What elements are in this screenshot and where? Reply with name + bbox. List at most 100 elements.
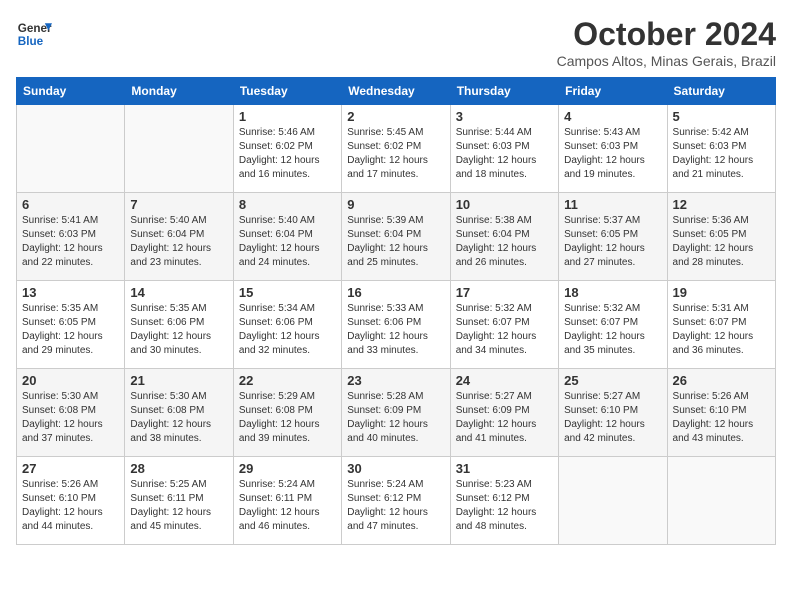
day-number: 25 [564, 373, 661, 388]
day-info: Sunrise: 5:35 AMSunset: 6:05 PMDaylight:… [22, 302, 119, 358]
calendar-cell: 18 Sunrise: 5:32 AMSunset: 6:07 PMDayligh… [559, 281, 667, 369]
day-number: 27 [22, 461, 119, 476]
calendar-cell: 11Sunrise: 5:37 AMSunset: 6:05 PMDayligh… [559, 193, 667, 281]
day-info: Sunrise: 5:38 AMSunset: 6:04 PMDaylight:… [456, 214, 553, 270]
calendar-week-4: 20 Sunrise: 5:30 AMSunset: 6:08 PMDayligh… [17, 369, 776, 457]
day-number: 19 [673, 285, 770, 300]
calendar-cell: 21 Sunrise: 5:30 AMSunset: 6:08 PMDayligh… [125, 369, 233, 457]
calendar-week-2: 6 Sunrise: 5:41 AMSunset: 6:03 PMDaylight… [17, 193, 776, 281]
calendar-table: Sunday Monday Tuesday Wednesday Thursday… [16, 77, 776, 545]
calendar-cell: 20 Sunrise: 5:30 AMSunset: 6:08 PMDayligh… [17, 369, 125, 457]
day-number: 4 [564, 109, 661, 124]
day-number: 23 [347, 373, 444, 388]
calendar-cell: 12 Sunrise: 5:36 AMSunset: 6:05 PMDayligh… [667, 193, 775, 281]
calendar-week-1: 1 Sunrise: 5:46 AMSunset: 6:02 PMDaylight… [17, 105, 776, 193]
day-info: Sunrise: 5:40 AMSunset: 6:04 PMDaylight:… [239, 214, 336, 270]
day-info: Sunrise: 5:30 AMSunset: 6:08 PMDaylight:… [22, 390, 119, 446]
day-number: 13 [22, 285, 119, 300]
calendar-cell [125, 105, 233, 193]
calendar-cell: 26Sunrise: 5:26 AMSunset: 6:10 PMDayligh… [667, 369, 775, 457]
day-info: Sunrise: 5:30 AMSunset: 6:08 PMDaylight:… [130, 390, 227, 446]
day-info: Sunrise: 5:44 AMSunset: 6:03 PMDaylight:… [456, 126, 553, 182]
calendar-cell: 10 Sunrise: 5:38 AMSunset: 6:04 PMDayligh… [450, 193, 558, 281]
day-number: 6 [22, 197, 119, 212]
calendar-cell: 19 Sunrise: 5:31 AMSunset: 6:07 PMDayligh… [667, 281, 775, 369]
day-info: Sunrise: 5:45 AMSunset: 6:02 PMDaylight:… [347, 126, 444, 182]
day-number: 15 [239, 285, 336, 300]
day-info: Sunrise: 5:32 AMSunset: 6:07 PMDaylight:… [564, 302, 661, 358]
calendar-cell: 17 Sunrise: 5:32 AMSunset: 6:07 PMDayligh… [450, 281, 558, 369]
day-number: 28 [130, 461, 227, 476]
day-number: 29 [239, 461, 336, 476]
day-number: 8 [239, 197, 336, 212]
page-header: General Blue October 2024 Campos Altos, … [16, 16, 776, 69]
day-info: Sunrise: 5:39 AMSunset: 6:04 PMDaylight:… [347, 214, 444, 270]
calendar-cell: 2 Sunrise: 5:45 AMSunset: 6:02 PMDaylight… [342, 105, 450, 193]
col-wednesday: Wednesday [342, 78, 450, 105]
title-block: October 2024 Campos Altos, Minas Gerais,… [557, 16, 776, 69]
calendar-cell: 22 Sunrise: 5:29 AMSunset: 6:08 PMDayligh… [233, 369, 341, 457]
calendar-cell [17, 105, 125, 193]
day-info: Sunrise: 5:46 AMSunset: 6:02 PMDaylight:… [239, 126, 336, 182]
col-friday: Friday [559, 78, 667, 105]
day-info: Sunrise: 5:42 AMSunset: 6:03 PMDaylight:… [673, 126, 770, 182]
logo: General Blue [16, 16, 52, 52]
day-info: Sunrise: 5:36 AMSunset: 6:05 PMDaylight:… [673, 214, 770, 270]
day-number: 2 [347, 109, 444, 124]
col-monday: Monday [125, 78, 233, 105]
day-number: 16 [347, 285, 444, 300]
calendar-cell: 1 Sunrise: 5:46 AMSunset: 6:02 PMDaylight… [233, 105, 341, 193]
day-number: 20 [22, 373, 119, 388]
calendar-cell: 5Sunrise: 5:42 AMSunset: 6:03 PMDaylight… [667, 105, 775, 193]
day-info: Sunrise: 5:24 AMSunset: 6:11 PMDaylight:… [239, 478, 336, 534]
day-info: Sunrise: 5:23 AMSunset: 6:12 PMDaylight:… [456, 478, 553, 534]
day-info: Sunrise: 5:27 AMSunset: 6:09 PMDaylight:… [456, 390, 553, 446]
day-number: 12 [673, 197, 770, 212]
calendar-cell: 13 Sunrise: 5:35 AMSunset: 6:05 PMDayligh… [17, 281, 125, 369]
calendar-cell: 6 Sunrise: 5:41 AMSunset: 6:03 PMDaylight… [17, 193, 125, 281]
svg-text:Blue: Blue [18, 35, 44, 48]
calendar-cell: 8 Sunrise: 5:40 AMSunset: 6:04 PMDaylight… [233, 193, 341, 281]
col-saturday: Saturday [667, 78, 775, 105]
day-info: Sunrise: 5:41 AMSunset: 6:03 PMDaylight:… [22, 214, 119, 270]
calendar-cell: 29 Sunrise: 5:24 AMSunset: 6:11 PMDayligh… [233, 457, 341, 545]
day-info: Sunrise: 5:27 AMSunset: 6:10 PMDaylight:… [564, 390, 661, 446]
day-info: Sunrise: 5:25 AMSunset: 6:11 PMDaylight:… [130, 478, 227, 534]
day-info: Sunrise: 5:33 AMSunset: 6:06 PMDaylight:… [347, 302, 444, 358]
calendar-cell: 30Sunrise: 5:24 AMSunset: 6:12 PMDayligh… [342, 457, 450, 545]
calendar-week-5: 27Sunrise: 5:26 AMSunset: 6:10 PMDayligh… [17, 457, 776, 545]
day-number: 1 [239, 109, 336, 124]
calendar-cell: 31 Sunrise: 5:23 AMSunset: 6:12 PMDayligh… [450, 457, 558, 545]
day-number: 14 [130, 285, 227, 300]
day-number: 24 [456, 373, 553, 388]
location-title: Campos Altos, Minas Gerais, Brazil [557, 53, 776, 69]
day-info: Sunrise: 5:31 AMSunset: 6:07 PMDaylight:… [673, 302, 770, 358]
day-number: 31 [456, 461, 553, 476]
day-info: Sunrise: 5:32 AMSunset: 6:07 PMDaylight:… [456, 302, 553, 358]
calendar-cell: 15Sunrise: 5:34 AMSunset: 6:06 PMDayligh… [233, 281, 341, 369]
calendar-cell [559, 457, 667, 545]
day-info: Sunrise: 5:28 AMSunset: 6:09 PMDaylight:… [347, 390, 444, 446]
col-sunday: Sunday [17, 78, 125, 105]
day-info: Sunrise: 5:29 AMSunset: 6:08 PMDaylight:… [239, 390, 336, 446]
day-number: 3 [456, 109, 553, 124]
calendar-cell: 16 Sunrise: 5:33 AMSunset: 6:06 PMDayligh… [342, 281, 450, 369]
day-number: 18 [564, 285, 661, 300]
day-number: 22 [239, 373, 336, 388]
calendar-cell: 25 Sunrise: 5:27 AMSunset: 6:10 PMDayligh… [559, 369, 667, 457]
calendar-cell: 3 Sunrise: 5:44 AMSunset: 6:03 PMDaylight… [450, 105, 558, 193]
calendar-cell: 23 Sunrise: 5:28 AMSunset: 6:09 PMDayligh… [342, 369, 450, 457]
calendar-cell: 4 Sunrise: 5:43 AMSunset: 6:03 PMDaylight… [559, 105, 667, 193]
calendar-cell: 24 Sunrise: 5:27 AMSunset: 6:09 PMDayligh… [450, 369, 558, 457]
day-number: 17 [456, 285, 553, 300]
day-number: 30 [347, 461, 444, 476]
month-title: October 2024 [557, 16, 776, 53]
calendar-cell: 28 Sunrise: 5:25 AMSunset: 6:11 PMDayligh… [125, 457, 233, 545]
day-info: Sunrise: 5:43 AMSunset: 6:03 PMDaylight:… [564, 126, 661, 182]
calendar-cell [667, 457, 775, 545]
day-number: 10 [456, 197, 553, 212]
day-number: 21 [130, 373, 227, 388]
col-thursday: Thursday [450, 78, 558, 105]
day-info: Sunrise: 5:37 AMSunset: 6:05 PMDaylight:… [564, 214, 661, 270]
col-tuesday: Tuesday [233, 78, 341, 105]
